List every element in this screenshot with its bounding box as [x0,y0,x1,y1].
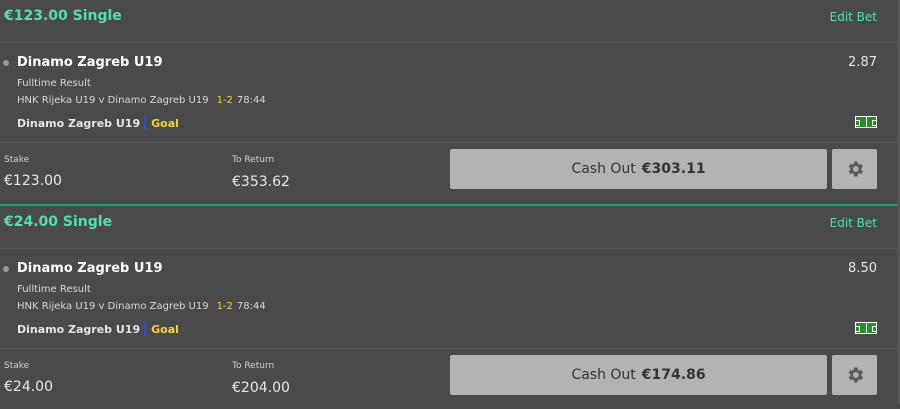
return-value: €353.62 [232,174,290,190]
bet-card: €24.00 Single Edit Bet Dinamo Zagreb U19… [0,206,900,404]
bet-footer: Stake €123.00 To Return €353.62 Cash Out… [0,143,900,203]
match-clock: 78:44 [236,95,266,106]
match-clock: 78:44 [236,301,266,312]
soccer-pitch-icon [855,322,877,334]
gear-icon [848,367,863,383]
event-line: HNK Rijeka U19 v Dinamo Zagreb U19 1-2 78:… [17,301,266,312]
cash-out-amount: €174.86 [641,367,706,383]
soccer-pitch-icon [855,116,877,128]
bet-footer: Stake €24.00 To Return €204.00 Cash Out €… [0,349,900,409]
selection-odds: 2.87 [848,55,877,70]
selection-odds: 8.50 [848,261,877,276]
bullet-icon [3,266,9,272]
return-label: To Return [232,155,275,165]
selection-row: Dinamo Zagreb U19 8.50 Fulltime Result H… [0,249,900,349]
selection-row: Dinamo Zagreb U19 2.87 Fulltime Result H… [0,43,900,143]
settings-button[interactable] [832,149,877,189]
return-label: To Return [232,361,275,371]
cash-out-button[interactable]: Cash Out €303.11 [450,149,827,189]
last-event: Dinamo Zagreb U19 Goal [17,322,179,336]
live-score: 1-2 [216,301,233,312]
stake-value: €123.00 [4,173,62,189]
cash-out-amount: €303.11 [641,161,706,177]
live-score: 1-2 [216,95,233,106]
bet-card: €123.00 Single Edit Bet Dinamo Zagreb U1… [0,0,900,205]
bet-title: €123.00 Single [4,8,122,24]
stake-label: Stake [4,155,30,165]
event-name: HNK Rijeka U19 v Dinamo Zagreb U19 [17,95,209,106]
edit-bet-link[interactable]: Edit Bet [830,216,877,230]
bet-header: €24.00 Single Edit Bet [0,206,900,249]
market-name: Fulltime Result [17,284,91,295]
settings-button[interactable] [832,355,877,395]
goal-team: Dinamo Zagreb U19 [17,117,141,130]
bet-header: €123.00 Single Edit Bet [0,0,900,43]
selection-name: Dinamo Zagreb U19 [17,55,163,70]
cash-out-button[interactable]: Cash Out €174.86 [450,355,827,395]
event-line: HNK Rijeka U19 v Dinamo Zagreb U19 1-2 78:… [17,95,266,106]
goal-label: Goal [151,323,179,336]
stake-label: Stake [4,361,30,371]
bet-title: €24.00 Single [4,214,113,230]
return-value: €204.00 [232,380,290,396]
selection-name: Dinamo Zagreb U19 [17,261,163,276]
cash-out-label: Cash Out [571,161,636,177]
team-color-bar [144,322,147,336]
gear-icon [848,161,863,177]
cash-out-label: Cash Out [571,367,636,383]
market-name: Fulltime Result [17,78,91,89]
edit-bet-link[interactable]: Edit Bet [830,10,877,24]
team-color-bar [144,116,147,130]
stake-value: €24.00 [4,379,53,395]
goal-team: Dinamo Zagreb U19 [17,323,141,336]
goal-label: Goal [151,117,179,130]
event-name: HNK Rijeka U19 v Dinamo Zagreb U19 [17,301,209,312]
bullet-icon [3,60,9,66]
last-event: Dinamo Zagreb U19 Goal [17,116,179,130]
